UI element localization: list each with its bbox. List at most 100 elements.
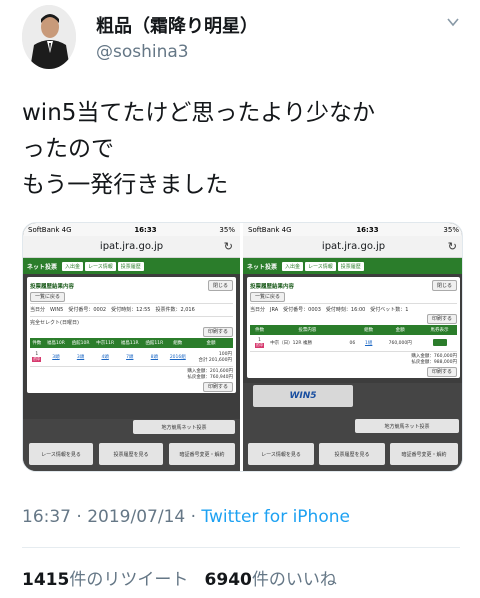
nav-tab: 投票履歴 [117, 261, 144, 271]
carrier-label: SoftBank 4G [248, 225, 292, 234]
clock-label: 16:33 [356, 225, 379, 234]
back-button: 一覧に戻る [250, 292, 286, 302]
info-line: 当日分 JRA 受付番号：0003 受付時刻：16:00 受付ベット数：1 [250, 303, 457, 313]
like-label: 件のいいね [251, 570, 337, 590]
url-text: ipat.jra.go.jp [99, 241, 164, 252]
table-cell: 3頭 [68, 348, 93, 367]
print-button: 印刷する [202, 382, 233, 392]
table-cell: 8頭 [142, 348, 167, 367]
table-header: 福島10R [43, 338, 69, 348]
table-header: 件数 [30, 338, 44, 348]
retweet-count-link[interactable]: 1415件のリツイート [22, 570, 188, 590]
avatar[interactable] [22, 5, 76, 69]
history-button: 投票履歴を見る [319, 443, 385, 465]
tweet-date[interactable]: 2019/07/14 [87, 507, 185, 527]
race-info-button: レース情報を見る [29, 443, 93, 465]
table-header: 組数 [166, 338, 189, 348]
tweet-line: win5当てたけど思ったより少なか [22, 100, 375, 126]
payout-amount: 払戻金額：988,000円 [411, 360, 457, 365]
url-bar: ipat.jra.go.jp ↻ [243, 236, 462, 258]
table-cell: 2016組 [166, 348, 189, 367]
table-header: 函館10R [68, 338, 93, 348]
hit-badge: 的中 [32, 357, 42, 362]
ticket-icon [432, 338, 447, 346]
win5-banner: WIN5 [253, 385, 353, 407]
table-cell: 4頭 [92, 348, 118, 367]
table-header: 中京11R [92, 338, 118, 348]
print-button: 印刷する [426, 314, 457, 324]
tweet-source-link[interactable]: Twitter for iPhone [201, 507, 350, 527]
display-name[interactable]: 粗品（霜降り明星） [96, 12, 258, 38]
nav-tab: レース情報 [305, 261, 336, 271]
chevron-down-icon[interactable] [446, 15, 460, 29]
table-cell: 1組 [359, 335, 379, 352]
table-cell: 中京（日）12R 複勝 [269, 335, 346, 352]
table-header: 函館11R [142, 338, 167, 348]
history-button: 投票履歴を見る [99, 443, 163, 465]
hit-badge: 的中 [255, 343, 265, 348]
table-header: 金額 [378, 325, 423, 335]
close-button: 閉じる [207, 280, 233, 291]
table-header: 福島11R [117, 338, 143, 348]
table-cell: 3頭 [43, 348, 69, 367]
url-bar: ipat.jra.go.jp ↻ [23, 236, 240, 258]
summary: 購入金額：760,000円 払戻金額：988,000円 [250, 354, 457, 366]
panel-title: 投票履歴結果内容 [30, 283, 75, 290]
retweet-label: 件のリツイート [69, 570, 189, 590]
meta-separator: · [76, 507, 82, 527]
tweet-text: win5当てたけど思ったより少なか ったので もう一発行きました [22, 95, 462, 203]
retweet-count: 1415 [22, 570, 70, 590]
reload-icon: ↻ [223, 240, 233, 253]
site-nav: ネット投票 入出金 レース情報 投票履歴 [243, 258, 462, 274]
payout-amount: 払戻金額：760,940円 [187, 375, 233, 380]
nav-tab: 投票履歴 [337, 261, 364, 271]
site-logo: ネット投票 [247, 263, 278, 271]
print-button: 印刷する [426, 367, 457, 377]
tweet-media[interactable]: SoftBank 4G 16:33 35% ipat.jra.go.jp ↻ ネ… [22, 222, 463, 472]
tweet-meta: 16:37 · 2019/07/14 · Twitter for iPhone [22, 507, 350, 527]
race-info-button: レース情報を見る [248, 443, 314, 465]
summary: 購入金額：201,600円 払戻金額：760,940円 [30, 369, 233, 381]
table-cell: 100円 [218, 352, 232, 357]
nav-tab: 入出金 [62, 261, 84, 271]
table-header: 馬券表示 [422, 325, 457, 335]
table-cell: 06 [345, 335, 360, 352]
table-header: 投票内容 [269, 325, 346, 335]
table-header: 件数 [250, 325, 270, 335]
screenshot-jra[interactable]: SoftBank 4G 16:33 35% ipat.jra.go.jp ↻ ネ… [243, 223, 462, 471]
tweet-stats: 1415件のリツイート 6940件のいいね [22, 565, 337, 590]
result-panel: 投票履歴結果内容 閉じる 一覧に戻る 当日分 WIN5 受付番号：0002 受付… [27, 277, 236, 393]
nav-tab: レース情報 [85, 261, 116, 271]
url-text: ipat.jra.go.jp [321, 241, 386, 252]
table-header: 組数 [359, 325, 379, 335]
user-handle[interactable]: @soshina3 [96, 42, 189, 62]
site-nav: ネット投票 入出金 レース情報 投票履歴 [23, 258, 240, 274]
bet-table: 件数 福島10R 函館10R 中京11R 福島11R 函館11R 組数 金額 1… [30, 338, 233, 367]
table-cell: 7頭 [117, 348, 143, 367]
battery-label: 35% [443, 225, 459, 234]
pin-change-button: 暗証番号変更・解約 [390, 443, 458, 465]
divider [22, 547, 460, 548]
table-cell: 201,600円 [208, 358, 232, 363]
table-cell: 760,000円 [378, 335, 423, 352]
pin-change-button: 暗証番号変更・解約 [169, 443, 235, 465]
site-logo: ネット投票 [27, 263, 58, 271]
tweet-time[interactable]: 16:37 [22, 507, 71, 527]
panel-title: 投票履歴結果内容 [250, 283, 295, 290]
screenshot-win5[interactable]: SoftBank 4G 16:33 35% ipat.jra.go.jp ↻ ネ… [23, 223, 240, 471]
nav-tab: 入出金 [282, 261, 304, 271]
status-bar: SoftBank 4G 16:33 35% [243, 223, 462, 236]
bet-table: 件数 投票内容 組数 金額 馬券表示 1 的中 中京（日）12R 複勝 06 1組… [250, 325, 457, 352]
table-row: 1 的中 3頭 3頭 4頭 7頭 8頭 2016組 100円 合計 201,600円 [30, 348, 233, 367]
back-button: 一覧に戻る [30, 292, 66, 302]
like-count: 6940 [204, 570, 252, 590]
table-header: 金額 [188, 338, 233, 348]
table-header [345, 325, 360, 335]
result-panel: 投票履歴結果内容 閉じる 一覧に戻る 当日分 JRA 受付番号：0003 受付時… [247, 277, 460, 378]
tweet-line: ったので [22, 136, 114, 162]
close-button: 閉じる [431, 280, 457, 291]
battery-label: 35% [219, 225, 235, 234]
clock-label: 16:33 [134, 225, 157, 234]
like-count-link[interactable]: 6940件のいいね [205, 570, 337, 590]
total-label: 合計 [198, 358, 208, 363]
